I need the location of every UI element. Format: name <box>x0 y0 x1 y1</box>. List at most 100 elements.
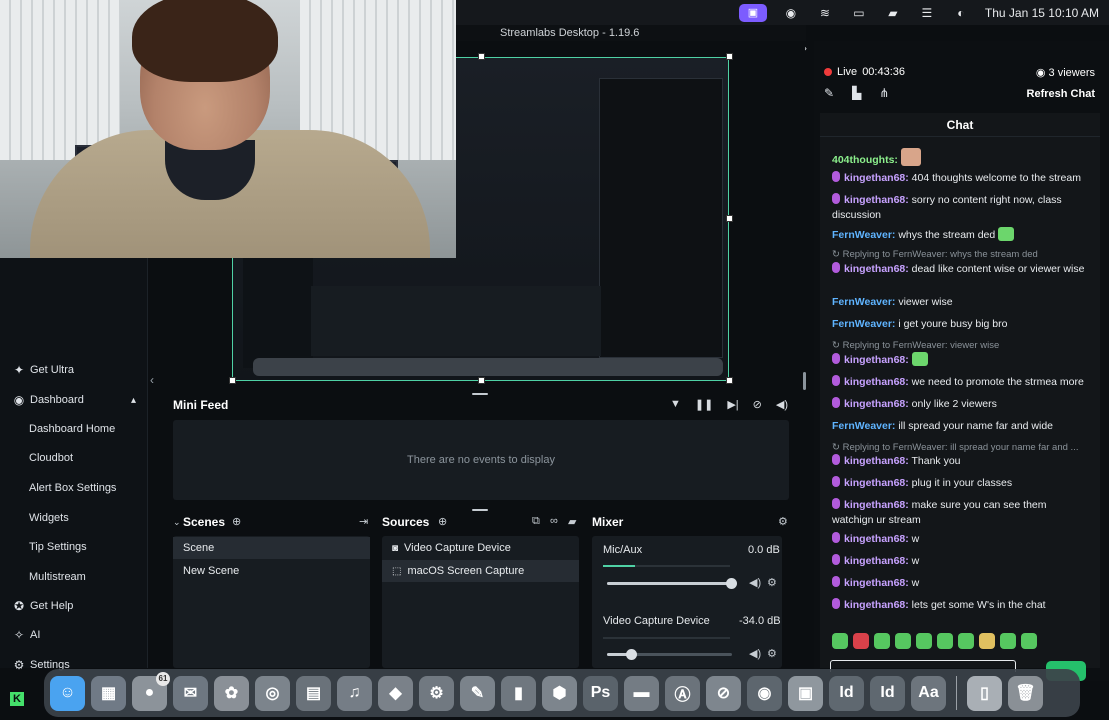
sidebar-item-dashboard[interactable]: ◉ Dashboard ▴ <box>0 389 148 411</box>
source-item[interactable]: ◙ Video Capture Device <box>382 537 579 559</box>
safari-icon[interactable]: ⊘ <box>706 675 741 711</box>
terminal-icon[interactable]: ▬ <box>624 675 659 711</box>
volume-icon[interactable]: ◀) <box>776 398 788 411</box>
source-item[interactable]: ⬚ macOS Screen Capture <box>382 560 579 582</box>
channel-settings-icon[interactable]: ⚙ <box>767 647 777 660</box>
chat-username[interactable]: kingethan68: <box>844 455 909 467</box>
photoshop-icon[interactable]: Ps <box>583 675 618 711</box>
font-book-icon[interactable]: Aa <box>911 675 946 711</box>
chat-username[interactable]: kingethan68: <box>844 555 909 567</box>
indesign-2-icon[interactable]: Id <box>870 675 905 711</box>
sidebar-item-multistream[interactable]: Multistream <box>0 566 148 588</box>
mixer-volume-slider[interactable] <box>607 649 732 660</box>
sidebar-item-dashboard-home[interactable]: Dashboard Home <box>0 418 148 440</box>
sidebar-item-widgets[interactable]: Widgets <box>0 507 148 529</box>
trash-icon[interactable]: 🗑 <box>1008 675 1043 711</box>
system-settings-icon[interactable]: ⚙ <box>419 675 454 711</box>
chat-username[interactable]: kingethan68: <box>844 477 909 489</box>
chat-username[interactable]: kingethan68: <box>844 577 909 589</box>
chat-username[interactable]: kingethan68: <box>844 354 909 366</box>
sidebar-item-ai[interactable]: ✧ AI <box>0 624 148 646</box>
gimp-icon[interactable]: ✎ <box>460 675 495 711</box>
scene-item[interactable]: New Scene <box>173 560 370 582</box>
emote-icon[interactable] <box>937 633 953 649</box>
emote-icon[interactable] <box>1000 633 1016 649</box>
accessibility-icon[interactable]: Ⓐ <box>665 675 700 711</box>
chat-username[interactable]: FernWeaver: <box>832 229 895 241</box>
speaker-icon[interactable]: ◀) <box>749 576 761 589</box>
chat-username[interactable]: FernWeaver: <box>832 318 895 330</box>
menu-clock[interactable]: Thu Jan 15 10:10 AM <box>985 6 1099 20</box>
channel-settings-icon[interactable]: ⚙ <box>767 576 777 589</box>
mixer-volume-slider[interactable] <box>607 578 737 589</box>
chat-username[interactable]: kingethan68: <box>844 376 909 388</box>
indesign-icon[interactable]: Id <box>829 675 864 711</box>
launchpad-icon[interactable]: ▦ <box>91 675 126 711</box>
streamlabs-icon[interactable]: ▣ <box>788 675 823 711</box>
emote-icon[interactable] <box>979 633 995 649</box>
siri-icon[interactable]: ◐ <box>951 5 971 21</box>
chat-username[interactable]: kingethan68: <box>844 172 909 184</box>
mixer-settings-icon[interactable]: ⚙ <box>778 515 788 528</box>
emote-icon[interactable] <box>874 633 890 649</box>
clip-icon[interactable]: ▙ <box>852 86 861 100</box>
streamlabs-menu-icon[interactable]: ▣ <box>738 3 767 22</box>
speaker-icon[interactable]: ◀) <box>749 647 761 660</box>
panel-drag-grip[interactable] <box>472 509 488 511</box>
chat-username[interactable]: kingethan68: <box>844 599 909 611</box>
screen-record-icon[interactable]: ◉ <box>781 5 801 21</box>
skip-icon[interactable]: ▶| <box>727 398 738 411</box>
source-folder-icon[interactable]: ▰ <box>568 515 576 528</box>
add-scene-icon[interactable]: ⊕ <box>232 515 241 528</box>
emote-icon[interactable] <box>916 633 932 649</box>
slideshow-icon[interactable]: ▤ <box>296 675 331 711</box>
photos-icon[interactable]: ✿ <box>214 675 249 711</box>
chat-username[interactable]: kingethan68: <box>844 194 909 206</box>
sidebar-collapse-icon[interactable]: ‹ <box>150 373 154 387</box>
sidebar-item-tip-settings[interactable]: Tip Settings <box>0 536 148 558</box>
mail-icon[interactable]: ✉ <box>173 675 208 711</box>
source-link-icon[interactable]: ∞ <box>550 515 558 527</box>
chrome-icon[interactable]: ◎ <box>255 675 290 711</box>
downloads-icon[interactable]: ▯ <box>967 675 1002 711</box>
sidebar-item-cloudbot[interactable]: Cloudbot <box>0 447 148 469</box>
sketchup-icon[interactable]: ⬢ <box>542 675 577 711</box>
chevron-up-icon[interactable]: ▴ <box>131 395 136 406</box>
steam-icon[interactable]: ◉ <box>747 675 782 711</box>
sidebar-item-get-help[interactable]: ✪ Get Help <box>0 595 148 617</box>
scene-item[interactable]: Scene <box>173 537 370 559</box>
chat-username[interactable]: FernWeaver: <box>832 296 895 308</box>
chat-username[interactable]: kingethan68: <box>844 263 909 275</box>
display-icon[interactable]: ▭ <box>849 5 869 21</box>
emote-icon[interactable] <box>958 633 974 649</box>
chat-username[interactable]: kingethan68: <box>844 533 909 545</box>
battery-icon[interactable]: ▰ <box>883 5 903 21</box>
chat-username[interactable]: kingethan68: <box>844 499 909 511</box>
emote-icon[interactable] <box>895 633 911 649</box>
preview-resize-handle[interactable] <box>803 372 806 390</box>
pause-icon[interactable]: ❚❚ <box>695 398 713 411</box>
control-center-icon[interactable]: ☰ <box>917 5 937 21</box>
emote-icon[interactable] <box>1021 633 1037 649</box>
refresh-chat-button[interactable]: Refresh Chat <box>1027 88 1095 100</box>
chat-username[interactable]: FernWeaver: <box>832 420 895 432</box>
share-icon[interactable]: ⋔ <box>879 86 889 100</box>
sidebar-item-alert-box-settings[interactable]: Alert Box Settings <box>0 477 148 499</box>
emote-picker[interactable] <box>832 633 1037 649</box>
scene-transition-icon[interactable]: ⇥ <box>359 515 368 528</box>
messages-icon[interactable]: ● 61 <box>132 671 170 711</box>
chevron-down-icon[interactable]: ⌄ <box>173 517 181 528</box>
emote-icon[interactable] <box>832 633 848 649</box>
sidebar-item-get-ultra[interactable]: ✦ Get Ultra <box>0 359 148 381</box>
mute-alerts-icon[interactable]: ⊘ <box>753 398 762 411</box>
filter-icon[interactable]: ▼ <box>670 398 681 411</box>
chat-username[interactable]: 404thoughts: <box>832 154 898 166</box>
edit-stream-icon[interactable]: ✎ <box>824 86 834 100</box>
source-transform-icon[interactable]: ⧉ <box>532 515 540 528</box>
finder-icon[interactable]: ☺ <box>50 675 85 711</box>
chat-username[interactable]: kingethan68: <box>844 398 909 410</box>
music-icon[interactable]: ♫ <box>337 675 372 711</box>
add-source-icon[interactable]: ⊕ <box>438 515 447 528</box>
numbers-icon[interactable]: ▮ <box>501 675 536 711</box>
wifi-icon[interactable]: ≋ <box>815 5 835 21</box>
